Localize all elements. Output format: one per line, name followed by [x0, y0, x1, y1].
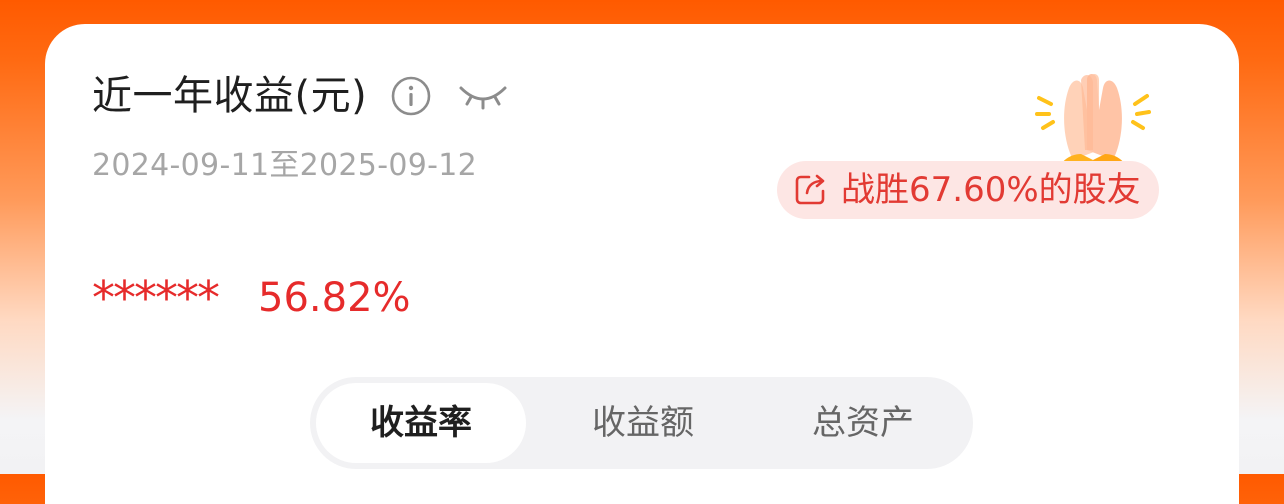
eye-closed-icon[interactable] [457, 78, 509, 114]
date-range: 2024-09-11至2025-09-12 [92, 148, 477, 183]
tab-return-amount[interactable]: 收益额 [538, 383, 748, 463]
tab-total-assets[interactable]: 总资产 [758, 383, 968, 463]
value-row: ****** 56.82% [92, 268, 411, 328]
share-icon [793, 173, 827, 207]
title-row: 近一年收益(元) [92, 66, 509, 126]
tab-return-rate[interactable]: 收益率 [316, 383, 526, 463]
return-rate: 56.82% [258, 275, 411, 321]
beat-peers-text: 战胜67.60%的股友 [841, 170, 1141, 210]
info-icon[interactable] [391, 76, 431, 116]
beat-peers-badge[interactable]: 战胜67.60%的股友 [777, 161, 1159, 219]
tab-bar: 收益率 收益额 总资产 [310, 377, 973, 469]
page-title: 近一年收益(元) [92, 73, 368, 119]
masked-earnings: ****** [92, 271, 220, 325]
returns-card: 近一年收益(元) 2024-09-11至2025-09-12 战胜67.60%的… [45, 24, 1239, 504]
